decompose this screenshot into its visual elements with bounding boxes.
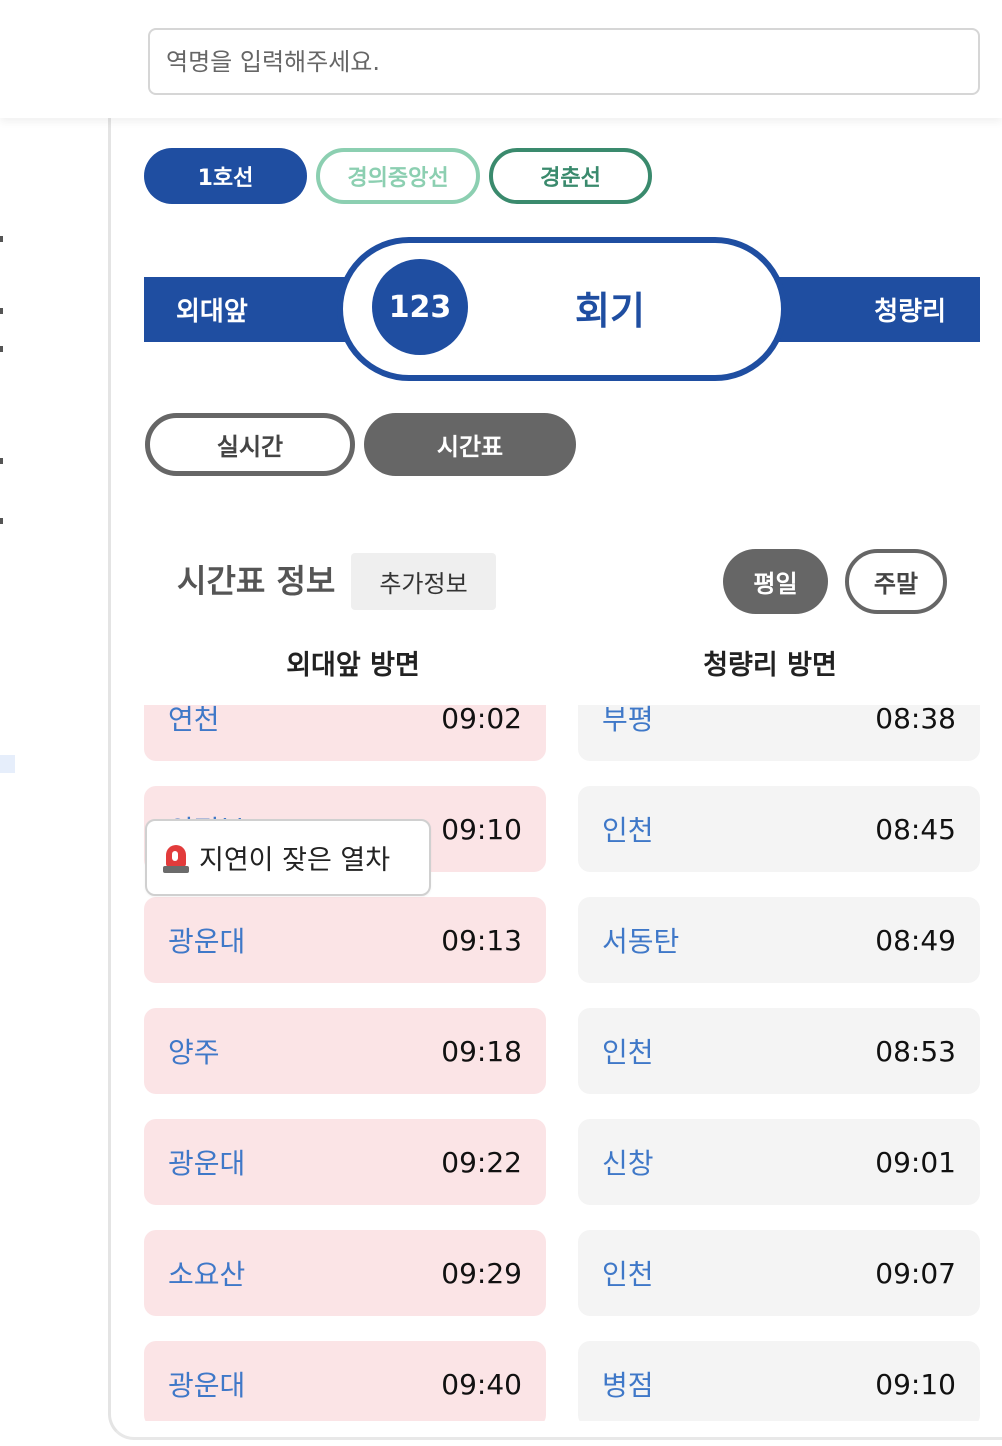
sidebar-tick: [0, 236, 3, 242]
row-destination: 연천: [168, 705, 220, 736]
extra-info-button[interactable]: 추가정보: [351, 553, 496, 610]
search-input[interactable]: [148, 28, 980, 95]
row-destination: 부평: [602, 705, 654, 736]
row-destination: 광운대: [168, 1369, 246, 1402]
row-destination: 양주: [168, 1036, 220, 1069]
direction-header-left: 외대앞 방면: [286, 649, 420, 681]
row-time: 09:07: [875, 1256, 956, 1290]
table-row[interactable]: 인천 08:53: [578, 1008, 980, 1094]
table-row[interactable]: 서동탄 08:49: [578, 897, 980, 983]
row-time: 09:02: [441, 705, 522, 735]
mode-timetable-button[interactable]: 시간표: [364, 413, 576, 476]
direction-header-right: 청량리 방면: [703, 649, 837, 681]
table-row[interactable]: 광운대 09:22: [144, 1119, 546, 1205]
sidebar-tick: [0, 346, 3, 352]
sidebar-tick: [0, 308, 3, 314]
prev-station-link[interactable]: 외대앞: [176, 277, 248, 342]
timetable-list[interactable]: 연천 09:02 의정부 09:10 광운대 09:13 양주 09:18 광운…: [140, 705, 990, 1421]
table-row[interactable]: 광운대 09:13: [144, 897, 546, 983]
row-destination: 소요산: [168, 1258, 246, 1291]
weekend-button[interactable]: 주말: [845, 549, 947, 614]
row-destination: 광운대: [168, 1147, 246, 1180]
timetable-title: 시간표 정보: [177, 562, 336, 600]
station-name: 회기: [575, 288, 645, 333]
tooltip-text: 지연이 잦은 열차: [199, 845, 391, 876]
table-row[interactable]: 소요산 09:29: [144, 1230, 546, 1316]
table-row[interactable]: 인천 09:07: [578, 1230, 980, 1316]
row-time: 09:10: [875, 1367, 956, 1401]
line-tab-1[interactable]: 1호선: [144, 148, 307, 204]
table-row[interactable]: 신창 09:01: [578, 1119, 980, 1205]
row-time: 09:13: [441, 923, 522, 957]
table-row[interactable]: 양주 09:18: [144, 1008, 546, 1094]
row-time: 08:53: [875, 1034, 956, 1068]
row-destination: 인천: [602, 1036, 654, 1069]
row-time: 09:18: [441, 1034, 522, 1068]
next-station-link[interactable]: 청량리: [874, 277, 946, 342]
sidebar-highlight: [0, 755, 15, 773]
line-tab-gyeongui-jungang[interactable]: 경의중앙선: [316, 148, 480, 204]
row-time: 08:38: [875, 705, 956, 735]
row-destination: 광운대: [168, 925, 246, 958]
row-destination: 인천: [602, 814, 654, 847]
row-time: 09:40: [441, 1367, 522, 1401]
station-number-badge: 123: [372, 259, 468, 355]
row-destination: 신창: [602, 1147, 654, 1180]
table-row[interactable]: 인천 08:45: [578, 786, 980, 872]
row-time: 09:22: [441, 1145, 522, 1179]
weekday-button[interactable]: 평일: [723, 549, 828, 614]
sidebar-tick: [0, 518, 3, 524]
delay-tooltip: 지연이 잦은 열차: [145, 819, 431, 896]
top-bar: [0, 0, 1002, 118]
row-time: 08:49: [875, 923, 956, 957]
row-time: 09:10: [441, 812, 522, 846]
table-row[interactable]: 병점 09:10: [578, 1341, 980, 1421]
row-time: 08:45: [875, 812, 956, 846]
row-time: 09:29: [441, 1256, 522, 1290]
row-destination: 인천: [602, 1258, 654, 1291]
siren-icon: [163, 843, 189, 873]
sidebar-tick: [0, 458, 3, 464]
line-tab-gyeongchun[interactable]: 경춘선: [489, 148, 652, 204]
row-time: 09:01: [875, 1145, 956, 1179]
table-row[interactable]: 부평 08:38: [578, 705, 980, 761]
table-row[interactable]: 광운대 09:40: [144, 1341, 546, 1421]
row-destination: 병점: [602, 1369, 654, 1402]
mode-realtime-button[interactable]: 실시간: [145, 413, 355, 476]
table-row[interactable]: 연천 09:02: [144, 705, 546, 761]
left-sidebar-edge: [0, 118, 110, 1446]
row-destination: 서동탄: [602, 925, 680, 958]
